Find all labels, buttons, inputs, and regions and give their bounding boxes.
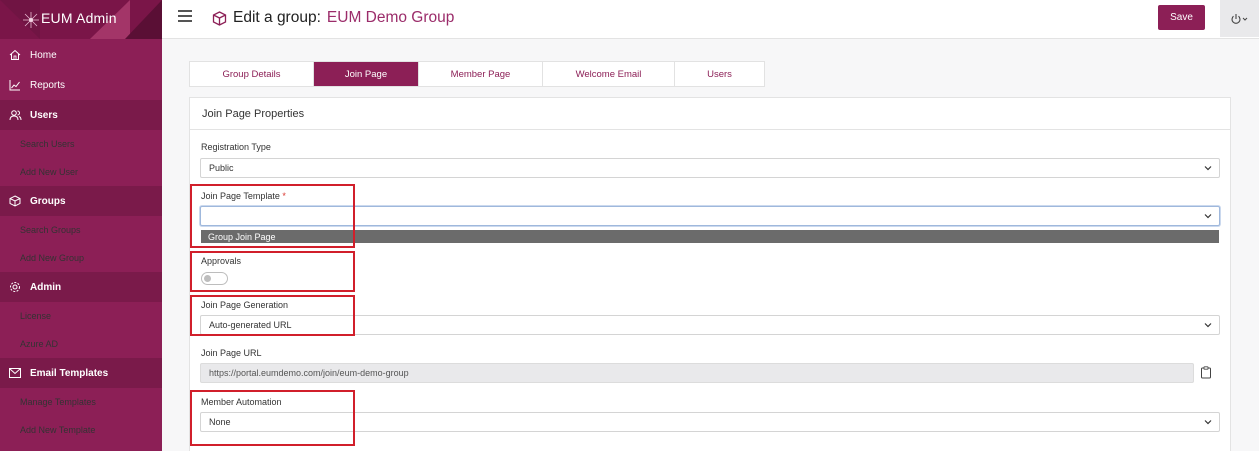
chevron-down-icon [1204,323,1212,328]
sidebar-item-search-groups[interactable]: Search Groups [0,216,162,244]
sidebar: EUM Admin Home Reports Users Search User… [0,0,162,451]
sidebar-item-label: Add New Template [20,425,96,435]
join-template-select[interactable] [200,206,1220,226]
sidebar-section-email-templates[interactable]: Email Templates [0,358,162,388]
registration-type-value: Public [209,163,234,173]
url-value: https://portal.eumdemo.com/join/eum-demo… [209,368,409,378]
hamburger-icon[interactable] [178,10,192,24]
generation-select[interactable]: Auto-generated URL [200,315,1220,335]
sidebar-item-label: Users [30,109,58,121]
sidebar-section-admin[interactable]: Admin [0,272,162,302]
app-logo-icon [23,12,39,28]
chevron-down-icon [1204,420,1212,425]
sidebar-item-label: Manage Templates [20,397,96,407]
automation-value: None [209,417,231,427]
join-template-option[interactable]: Group Join Page [201,230,1219,243]
sidebar-item-azure-ad[interactable]: Azure AD [0,330,162,358]
sidebar-item-label: License [20,311,52,321]
required-mark: * [282,191,286,201]
sidebar-item-add-new-template[interactable]: Add New Template [0,416,162,444]
chevron-down-icon [1204,166,1212,171]
approvals-toggle[interactable] [201,272,228,285]
sidebar-item-label: Admin [30,281,62,293]
tab-bar: Group Details Join Page Member Page Welc… [189,61,765,87]
automation-label: Member Automation [201,397,282,407]
registration-type-label: Registration Type [201,142,271,152]
automation-select[interactable]: None [200,412,1220,432]
sidebar-item-search-users[interactable]: Search Users [0,130,162,158]
power-icon [1230,13,1247,24]
brand-header: EUM Admin [0,0,162,39]
tab-group-details[interactable]: Group Details [190,62,314,86]
sidebar-item-label: Search Groups [20,225,81,235]
toggle-knob [204,275,211,282]
tab-member-page[interactable]: Member Page [419,62,543,86]
sidebar-section-groups[interactable]: Groups [0,186,162,216]
admin-icon [8,280,22,294]
save-button[interactable]: Save [1158,5,1205,30]
sidebar-item-label: Add New User [20,167,79,177]
generation-value: Auto-generated URL [209,320,292,330]
home-icon [8,48,22,62]
sidebar-item-manage-templates[interactable]: Manage Templates [0,388,162,416]
sidebar-item-label: Azure AD [20,339,59,349]
sidebar-item-add-new-user[interactable]: Add New User [0,158,162,186]
power-menu[interactable] [1220,0,1259,37]
panel-title: Join Page Properties [190,98,1230,130]
approvals-label: Approvals [201,256,242,266]
page-title-label: Edit a group: [233,9,321,26]
sidebar-item-label: Search Users [20,139,75,149]
sidebar-item-label: Email Templates [30,367,109,379]
users-icon [8,108,22,122]
join-template-label: Join Page Template * [201,191,286,201]
tab-join-page[interactable]: Join Page [314,62,419,86]
sidebar-section-users[interactable]: Users [0,100,162,130]
url-label: Join Page URL [201,348,262,358]
reports-icon [8,78,22,92]
groups-icon [8,194,22,208]
sidebar-item-label: Groups [30,195,66,207]
registration-type-select[interactable]: Public [200,158,1220,178]
sidebar-item-reports[interactable]: Reports [0,70,162,100]
cube-icon [212,10,227,26]
tab-welcome-email[interactable]: Welcome Email [543,62,675,86]
url-field[interactable]: https://portal.eumdemo.com/join/eum-demo… [200,363,1194,383]
tab-users[interactable]: Users [675,62,764,86]
app-title: EUM Admin [41,10,117,26]
generation-label: Join Page Generation [201,300,289,310]
sidebar-item-label: Home [30,49,57,61]
sidebar-item-add-new-group[interactable]: Add New Group [0,244,162,272]
sidebar-item-license[interactable]: License [0,302,162,330]
clipboard-icon[interactable] [1200,366,1212,379]
join-page-properties-panel: Join Page Properties [189,97,1231,451]
sidebar-item-label: Add New Group [20,253,85,263]
chevron-down-icon [1204,214,1212,219]
sidebar-item-home[interactable]: Home [0,40,162,70]
top-bar: Edit a group: EUM Demo Group Save [162,0,1259,39]
sidebar-item-label: Reports [30,79,66,91]
page-title: Edit a group: EUM Demo Group [212,9,454,27]
page-title-group-name: EUM Demo Group [326,9,455,26]
email-icon [8,366,22,380]
